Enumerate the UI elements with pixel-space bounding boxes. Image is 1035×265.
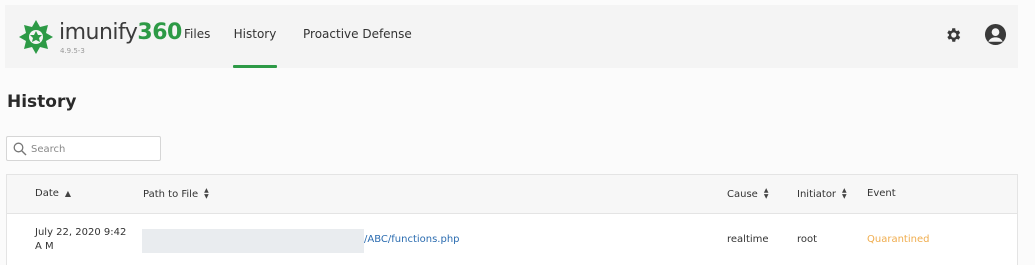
sort-icon[interactable]: ▲ ▼ — [764, 188, 769, 200]
cell-date: July 22, 2020 9:42 A M — [35, 227, 127, 252]
imunify360-logo[interactable]: imunify360 4.9.5-3 — [18, 17, 182, 59]
cell-initiator: root — [797, 234, 818, 245]
column-path-label: Path to File — [143, 188, 199, 200]
sort-icon[interactable]: ▲ ▼ — [204, 188, 209, 200]
file-path-link[interactable]: /ABC/functions.php — [364, 234, 460, 245]
user-avatar-icon[interactable] — [984, 23, 1007, 46]
table-header: Date ▲ Path to File ▲ ▼ Cause ▲ ▼ Initiato… — [7, 175, 1017, 214]
redacted-path-block — [142, 229, 364, 253]
nav-proactive-defense[interactable]: Proactive Defense — [303, 27, 412, 68]
gear-icon[interactable] — [944, 26, 962, 44]
brand-name: imunify360 — [59, 20, 182, 45]
table-row[interactable]: July 22, 2020 9:42 A M /ABC/functions.ph… — [7, 214, 1017, 265]
column-event-label: Event — [867, 188, 896, 199]
imunify-star-icon — [19, 20, 53, 54]
column-event: Event — [867, 188, 896, 199]
column-initiator-label: Initiator — [797, 188, 837, 200]
nav-files[interactable]: Files — [184, 27, 210, 68]
cell-cause: realtime — [727, 234, 769, 245]
column-date-label: Date — [35, 188, 59, 199]
page-title: History — [7, 92, 77, 112]
cell-event-status: Quarantined — [867, 234, 930, 245]
search-field[interactable] — [6, 136, 161, 161]
column-date[interactable]: Date ▲ — [35, 188, 71, 199]
sort-ascending-icon[interactable]: ▲ — [65, 189, 71, 198]
search-input[interactable] — [31, 140, 156, 158]
brand-version: 4.9.5-3 — [60, 47, 85, 55]
column-cause[interactable]: Cause ▲ ▼ — [727, 188, 768, 200]
sort-icon[interactable]: ▲ ▼ — [842, 188, 847, 200]
nav-history[interactable]: History — [233, 27, 277, 68]
search-icon — [13, 142, 27, 156]
column-cause-label: Cause — [727, 188, 758, 200]
column-path-to-file[interactable]: Path to File ▲ ▼ — [143, 188, 209, 200]
top-navbar: imunify360 4.9.5-3 Files History Proacti… — [5, 5, 1018, 68]
column-initiator[interactable]: Initiator ▲ ▼ — [797, 188, 847, 200]
history-table: Date ▲ Path to File ▲ ▼ Cause ▲ ▼ Initiato… — [6, 174, 1018, 265]
